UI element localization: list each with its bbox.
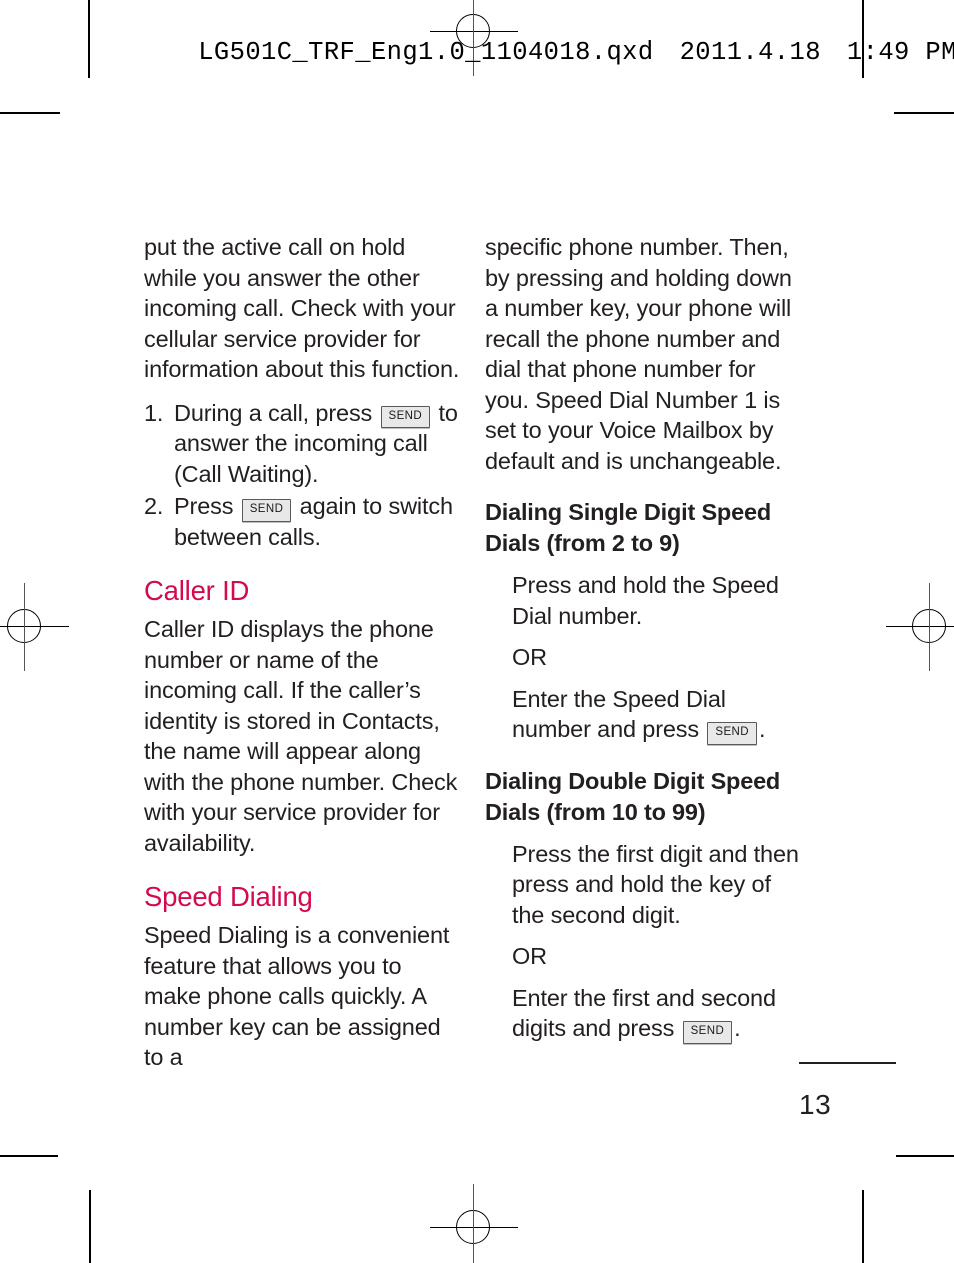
- subheading-double-digit-speed-dials: Dialing Double Digit Speed Dials (from 1…: [485, 767, 781, 825]
- list-item: 2. Press SEND again to switch between cal…: [144, 491, 462, 552]
- page-content: put the active call on hold while you an…: [0, 0, 954, 1263]
- list-marker: 1.: [144, 399, 164, 426]
- document-page: LG501C_TRF_Eng1.0_1104018.qxd 2011.4.18 1:…: [0, 0, 954, 1263]
- left-column: put the active call on hold while you an…: [144, 232, 462, 1073]
- list-item: 1. During a call, press SEND to answer th…: [144, 398, 462, 490]
- double-digit-step-1: Press the first digit and then press and…: [512, 840, 799, 928]
- list-marker: 2.: [144, 493, 164, 519]
- send-key-icon: SEND: [241, 499, 292, 522]
- call-waiting-steps: 1. During a call, press SEND to answer th…: [144, 398, 462, 553]
- double-digit-step-2-after: .: [734, 1015, 741, 1041]
- speed-dialing-paragraph: Speed Dialing is a convenient feature th…: [144, 922, 450, 1070]
- send-key-icon: SEND: [707, 722, 757, 745]
- single-digit-step-2: Enter the Speed Dial number and press SE…: [512, 684, 803, 745]
- single-digit-step-2-before: Enter the Speed Dial number and press: [512, 685, 726, 743]
- single-digit-or-label: OR: [512, 644, 547, 670]
- section-heading-caller-id: Caller ID: [144, 575, 250, 606]
- right-continued-paragraph: specific phone number. Then, by pressing…: [485, 234, 792, 474]
- page-number: 13: [799, 1089, 832, 1120]
- double-digit-or-label: OR: [512, 943, 547, 969]
- double-digit-step-2: Enter the first and second digits and pr…: [512, 983, 803, 1044]
- right-column: specific phone number. Then, by pressing…: [485, 232, 803, 1044]
- step-text-before: Press: [174, 493, 234, 519]
- single-digit-step-2-after: .: [758, 716, 766, 742]
- subheading-single-digit-speed-dials: Dialing Single Digit Speed Dials (from 2…: [485, 499, 771, 556]
- single-digit-step-1: Press and hold the Speed Dial number.: [512, 572, 779, 629]
- step-text-before: During a call, press: [174, 399, 373, 426]
- send-key-icon: SEND: [380, 405, 431, 428]
- footer-rule: [799, 1062, 896, 1064]
- left-continued-paragraph: put the active call on hold while you an…: [144, 234, 460, 382]
- send-key-icon: SEND: [682, 1021, 733, 1044]
- section-heading-speed-dialing: Speed Dialing: [144, 881, 313, 912]
- caller-id-paragraph: Caller ID displays the phone number or n…: [144, 616, 458, 856]
